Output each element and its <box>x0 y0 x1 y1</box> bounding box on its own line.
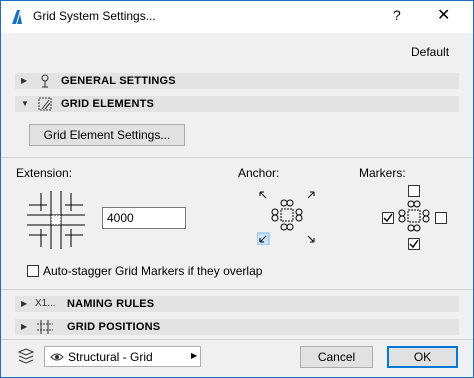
expand-arrow-icon[interactable]: ▶ <box>21 76 27 85</box>
extension-input[interactable] <box>102 207 186 229</box>
cancel-button[interactable]: Cancel <box>300 346 373 368</box>
naming-prefix: X1... <box>35 298 56 309</box>
markers-label: Markers: <box>359 166 406 180</box>
divider <box>1 289 473 290</box>
dialog-window: Grid System Settings... ? ✕ Default ▶ GE… <box>0 0 474 378</box>
grid-element-icon <box>38 97 52 111</box>
markers-diagram-icon <box>398 200 430 232</box>
section-label: GRID ELEMENTS <box>61 98 155 110</box>
dropdown-arrow-icon: ▶ <box>191 351 198 360</box>
section-naming-rules[interactable]: ▶ X1... NAMING RULES <box>15 296 459 312</box>
marker-bottom-checkbox[interactable] <box>408 238 420 250</box>
title-bar[interactable]: Grid System Settings... ? ✕ <box>1 1 473 33</box>
ok-button[interactable]: OK <box>387 346 458 368</box>
extension-label: Extension: <box>16 166 73 180</box>
layers-icon <box>17 348 35 364</box>
auto-stagger-checkbox[interactable] <box>27 265 39 277</box>
expand-arrow-icon[interactable]: ▶ <box>21 322 27 331</box>
marker-right-checkbox[interactable] <box>435 212 447 224</box>
eye-icon <box>50 353 64 361</box>
auto-stagger-label: Auto-stagger Grid Markers if they overla… <box>43 264 263 278</box>
archicad-logo-icon <box>12 10 22 24</box>
close-button[interactable]: ✕ <box>437 5 450 25</box>
section-grid-positions[interactable]: ▶ GRID POSITIONS <box>15 319 459 335</box>
window-title: Grid System Settings... <box>33 9 156 23</box>
section-label: GENERAL SETTINGS <box>61 75 176 87</box>
anchor-label: Anchor: <box>238 166 280 180</box>
collapse-arrow-icon[interactable]: ▼ <box>21 99 29 108</box>
section-label: GRID POSITIONS <box>67 321 161 333</box>
section-general-settings[interactable]: ▶ GENERAL SETTINGS <box>15 73 459 89</box>
layer-dropdown[interactable]: Structural - Grid ▶ <box>44 346 201 367</box>
divider <box>1 339 473 340</box>
grid-element-settings-button[interactable]: Grid Element Settings... <box>29 124 185 146</box>
expand-arrow-icon[interactable]: ▶ <box>21 299 27 308</box>
anchor-diagram-icon[interactable] <box>257 189 317 245</box>
checkmark-icon <box>409 239 419 249</box>
grid-positions-icon <box>37 320 53 334</box>
checkmark-icon <box>383 213 393 223</box>
marker-left-checkbox[interactable] <box>382 212 394 224</box>
help-button[interactable]: ? <box>393 7 401 23</box>
divider <box>1 157 473 158</box>
favorites-label[interactable]: Default <box>411 45 449 59</box>
pin-icon <box>41 74 49 88</box>
layer-value: Structural - Grid <box>68 350 153 364</box>
extension-diagram-icon <box>27 191 85 249</box>
section-grid-elements[interactable]: ▼ GRID ELEMENTS <box>15 96 459 112</box>
section-label: NAMING RULES <box>67 298 155 310</box>
marker-top-checkbox[interactable] <box>408 185 420 197</box>
